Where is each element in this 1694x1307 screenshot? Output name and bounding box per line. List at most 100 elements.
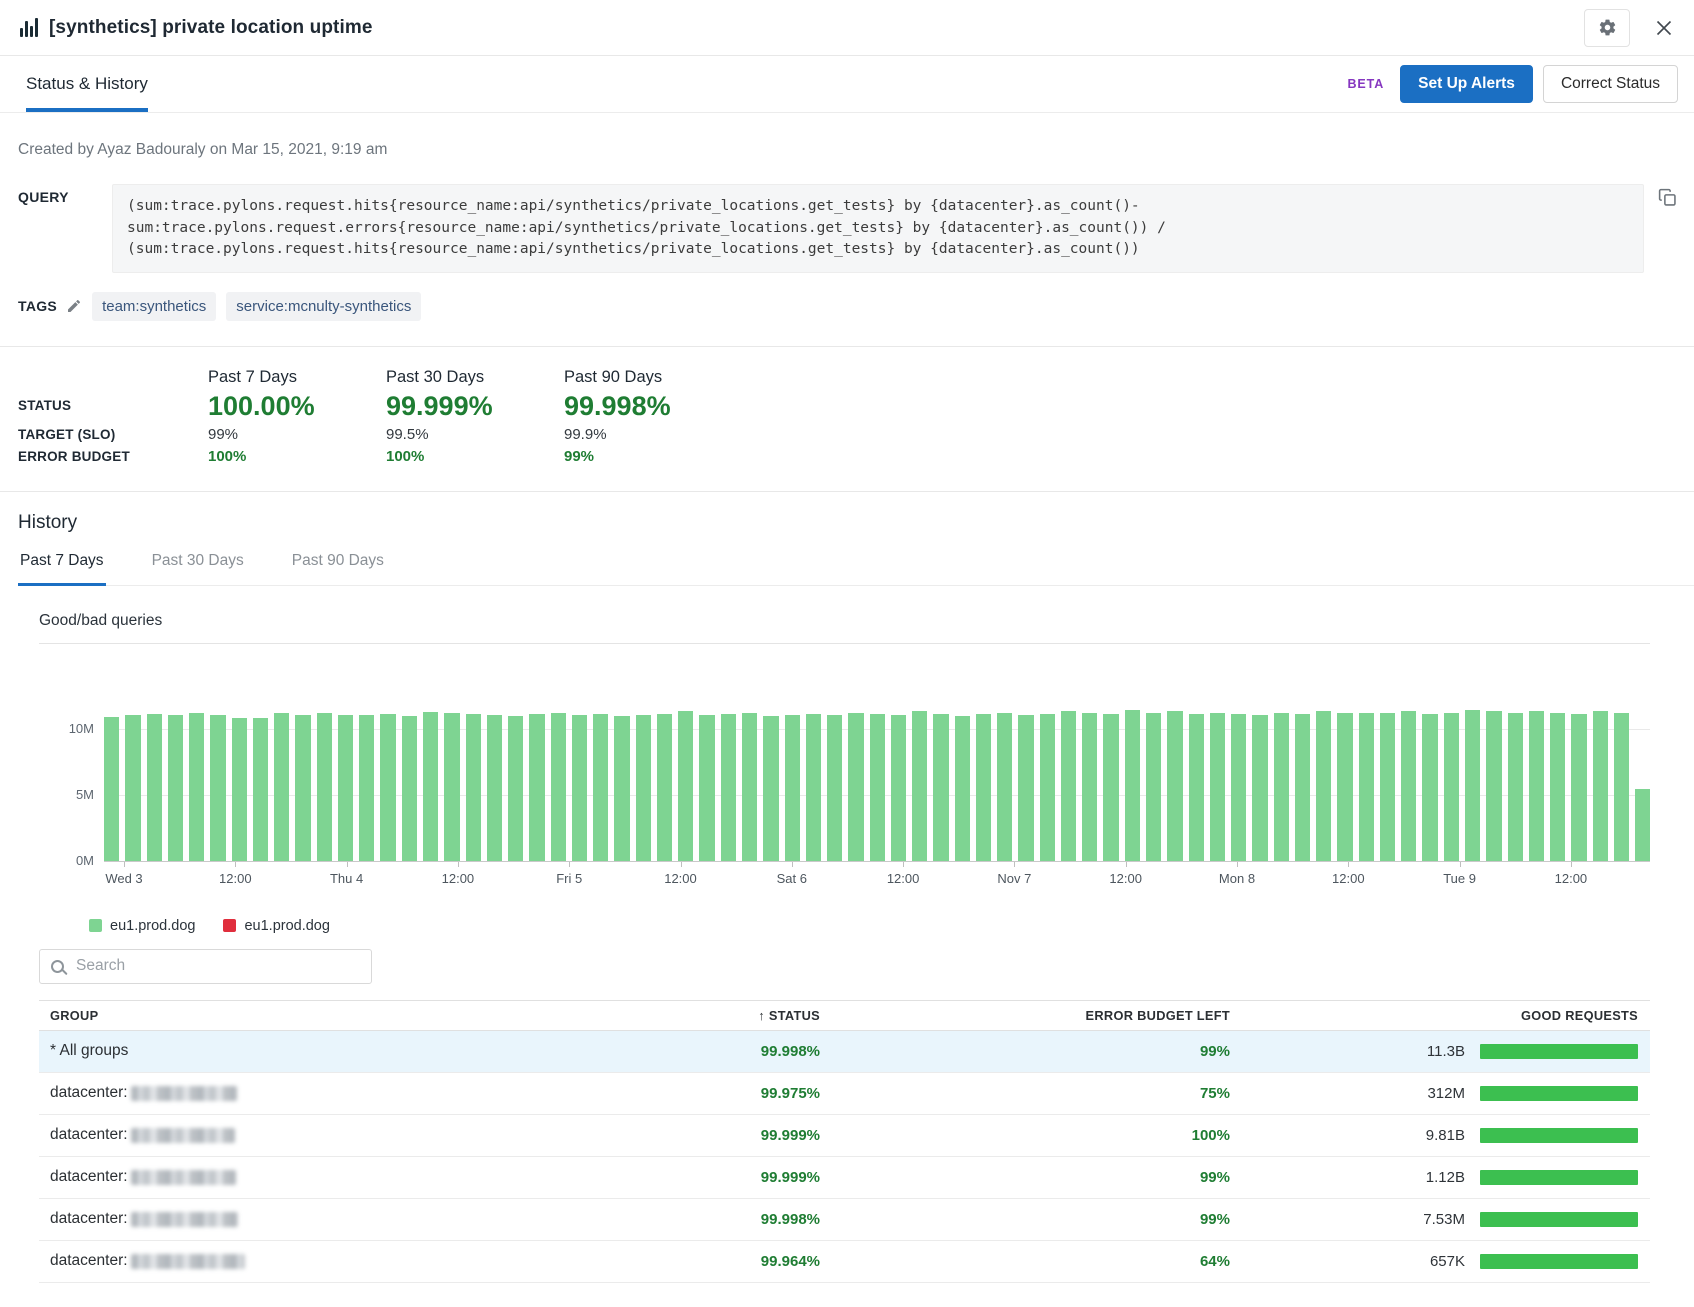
chart-bar[interactable] <box>614 716 629 861</box>
chart-bar[interactable] <box>763 716 778 861</box>
legend-item-bad[interactable]: eu1.prod.dog <box>223 918 329 934</box>
chart-bar[interactable] <box>380 714 395 861</box>
correct-status-button[interactable]: Correct Status <box>1543 65 1678 103</box>
chart-bar[interactable] <box>210 715 225 860</box>
legend-item-good[interactable]: eu1.prod.dog <box>89 918 195 934</box>
chart-bar[interactable] <box>997 713 1012 861</box>
chart-bar[interactable] <box>232 718 247 861</box>
chart-bar[interactable] <box>1508 713 1523 861</box>
chart-bar[interactable] <box>1635 789 1650 861</box>
chart-bar[interactable] <box>1252 715 1267 860</box>
chart-bar[interactable] <box>189 713 204 861</box>
chart-bar[interactable] <box>104 717 119 861</box>
chart-bar[interactable] <box>1380 713 1395 861</box>
chart-bar[interactable] <box>1614 713 1629 861</box>
chart-bar[interactable] <box>402 716 417 861</box>
chart-bar[interactable] <box>1337 713 1352 861</box>
chart-bar[interactable] <box>912 711 927 860</box>
tab-status-and-history[interactable]: Status & History <box>26 56 148 112</box>
search-input[interactable] <box>74 956 360 976</box>
chart-bar[interactable] <box>253 718 268 861</box>
chart-bar[interactable] <box>317 713 332 861</box>
chart-bar[interactable] <box>721 714 736 861</box>
chart-bar[interactable] <box>1274 713 1289 861</box>
chart-bar[interactable] <box>1167 711 1182 860</box>
chart-bar[interactable] <box>444 713 459 860</box>
chart-bar[interactable] <box>551 713 566 861</box>
chart-bar[interactable] <box>1231 714 1246 861</box>
column-header-status[interactable]: ↑STATUS <box>590 1008 820 1023</box>
close-button[interactable] <box>1650 14 1678 42</box>
history-tab-past-7-days[interactable]: Past 7 Days <box>18 552 106 585</box>
chart-bar[interactable] <box>359 715 374 860</box>
chart-bar[interactable] <box>806 714 821 861</box>
settings-button[interactable] <box>1584 9 1630 47</box>
chart-bar[interactable] <box>168 715 183 861</box>
copy-query-button[interactable] <box>1657 187 1678 208</box>
edit-tags-button[interactable] <box>66 298 82 314</box>
chart-bar[interactable] <box>678 711 693 860</box>
chart-bar[interactable] <box>1550 713 1565 861</box>
table-row-datacenter[interactable]: datacenter: 99.999% 99% 1.12B <box>39 1157 1650 1199</box>
table-row-datacenter[interactable]: datacenter: 99.975% 75% 312M <box>39 1073 1650 1115</box>
chart-bar[interactable] <box>848 713 863 861</box>
table-header-row: GROUP ↑STATUS ERROR BUDGET LEFT GOOD REQ… <box>39 1000 1650 1031</box>
chart-bar[interactable] <box>1593 711 1608 860</box>
chart-bar[interactable] <box>487 715 502 860</box>
chart-bar[interactable] <box>785 715 800 860</box>
chart-bar[interactable] <box>1486 711 1501 860</box>
chart-bar[interactable] <box>572 715 587 860</box>
table-row-all-groups[interactable]: * All groups 99.998% 99% 11.3B <box>39 1031 1650 1073</box>
chart-bar[interactable] <box>125 715 140 860</box>
chart-bar[interactable] <box>657 714 672 861</box>
chart-bar[interactable] <box>1040 714 1055 861</box>
chart-bar[interactable] <box>1444 713 1459 861</box>
chart-bar[interactable] <box>1529 711 1544 860</box>
chart-bar[interactable] <box>1295 714 1310 861</box>
column-header-error-budget-left[interactable]: ERROR BUDGET LEFT <box>820 1008 1230 1023</box>
chart-bar[interactable] <box>1422 714 1437 861</box>
chart-bar[interactable] <box>1571 714 1586 861</box>
table-row-datacenter[interactable]: datacenter: 99.964% 64% 657K <box>39 1241 1650 1283</box>
table-row-datacenter[interactable]: datacenter: 99.998% 99% 7.53M <box>39 1199 1650 1241</box>
column-header-group[interactable]: GROUP <box>39 1008 590 1023</box>
chart-bar[interactable] <box>147 714 162 861</box>
table-row-datacenter[interactable]: datacenter: 99.999% 100% 9.81B <box>39 1115 1650 1157</box>
chart-bar[interactable] <box>1018 715 1033 860</box>
chart-bar[interactable] <box>1125 710 1140 860</box>
chart-bar[interactable] <box>1359 713 1374 860</box>
chart-bar[interactable] <box>699 715 714 861</box>
chart-bar[interactable] <box>1401 711 1416 860</box>
chart-bar[interactable] <box>955 716 970 861</box>
chart-bar[interactable] <box>742 713 757 861</box>
chart-bar[interactable] <box>827 715 842 860</box>
chart-bar[interactable] <box>1210 713 1225 861</box>
chart-bar[interactable] <box>529 714 544 861</box>
chart-bar[interactable] <box>870 714 885 861</box>
history-tab-past-90-days[interactable]: Past 90 Days <box>290 552 386 585</box>
set-up-alerts-button[interactable]: Set Up Alerts <box>1400 65 1533 103</box>
tag-service-mcnulty-synthetics[interactable]: service:mcnulty-synthetics <box>226 292 421 321</box>
chart-bar[interactable] <box>1082 713 1097 861</box>
chart-bar[interactable] <box>1061 711 1076 860</box>
chart-bar[interactable] <box>1465 710 1480 861</box>
chart-bar[interactable] <box>295 715 310 860</box>
chart-bar[interactable] <box>636 715 651 860</box>
chart-bar[interactable] <box>466 714 481 860</box>
chart-bar[interactable] <box>593 714 608 861</box>
chart-bar[interactable] <box>1189 714 1204 861</box>
group-search[interactable] <box>39 949 372 984</box>
chart-bar[interactable] <box>274 713 289 860</box>
chart-bar[interactable] <box>933 714 948 861</box>
chart-bar[interactable] <box>338 715 353 861</box>
chart-bar[interactable] <box>1146 713 1161 861</box>
column-header-good-requests[interactable]: GOOD REQUESTS <box>1230 1008 1650 1023</box>
chart-bar[interactable] <box>1316 711 1331 860</box>
chart-bar[interactable] <box>891 715 906 861</box>
chart-bar[interactable] <box>508 716 523 860</box>
tag-team-synthetics[interactable]: team:synthetics <box>92 292 216 321</box>
chart-bar[interactable] <box>423 712 438 861</box>
chart-bar[interactable] <box>976 714 991 861</box>
chart-bar[interactable] <box>1103 714 1118 861</box>
history-tab-past-30-days[interactable]: Past 30 Days <box>150 552 246 585</box>
